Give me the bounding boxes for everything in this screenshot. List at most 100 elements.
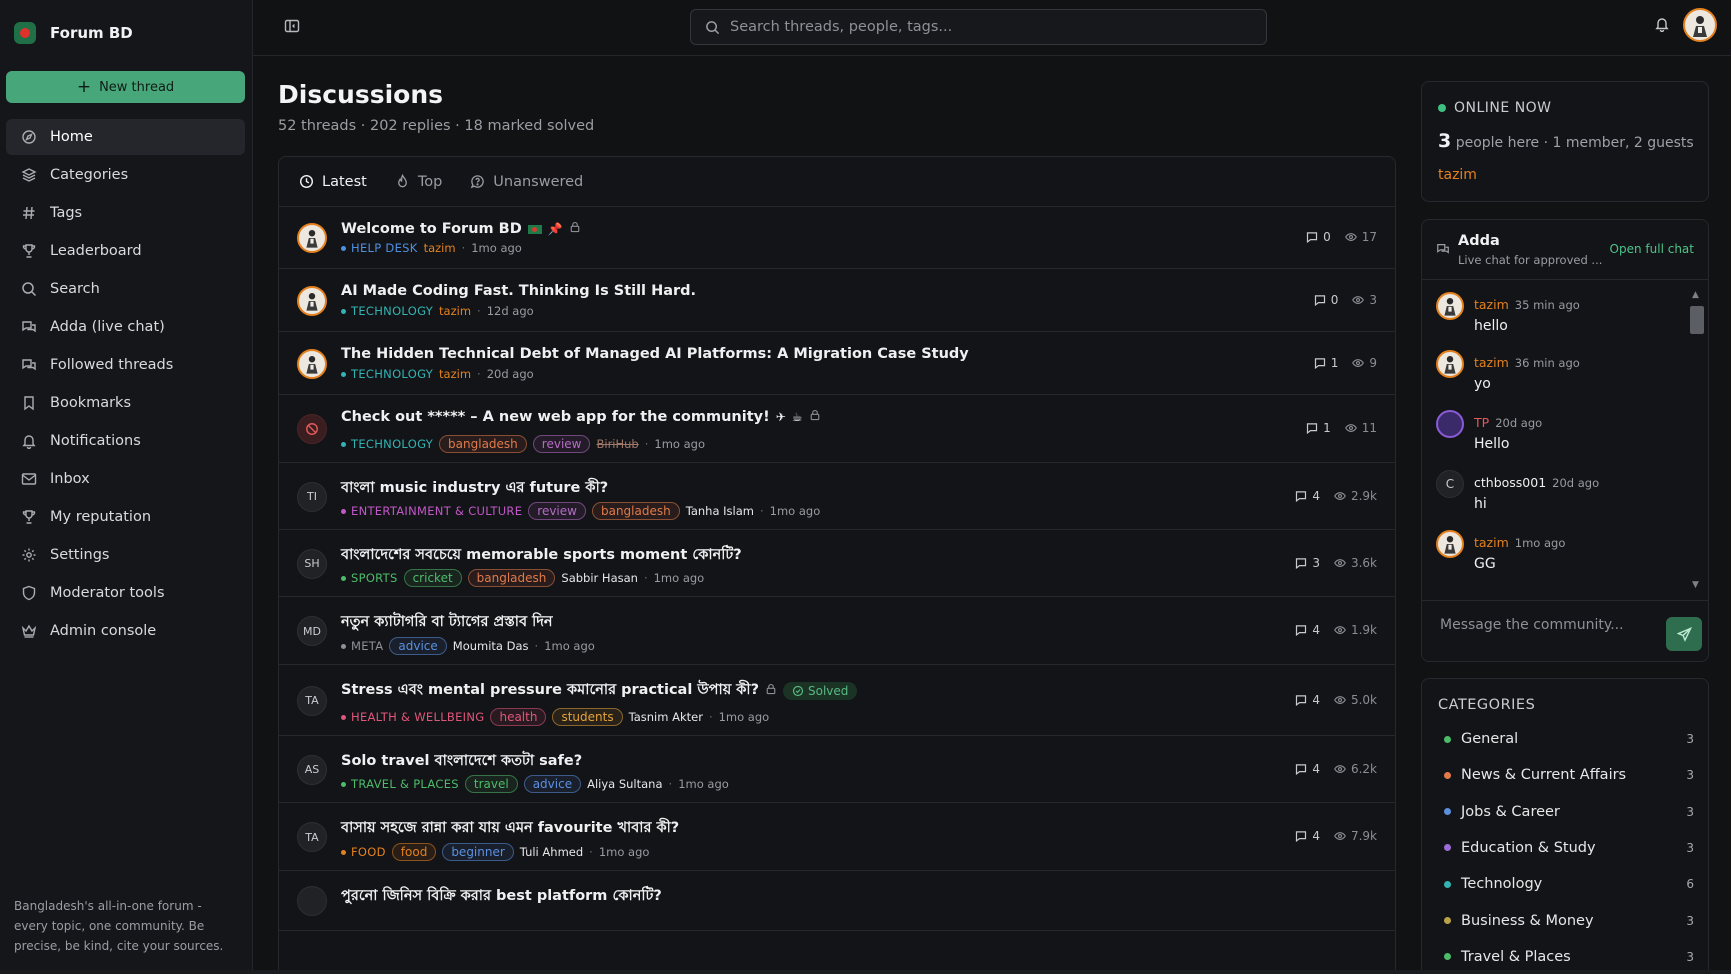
thread-title[interactable]: বাংলা music industry এর future কী? [341,477,608,501]
user-avatar[interactable] [1683,8,1717,42]
category-badge[interactable]: TECHNOLOGY [341,437,433,451]
author-name[interactable]: Tanha Islam [686,504,754,518]
chat-author[interactable]: tazim [1474,355,1509,370]
sidebar-item-adda-live-chat[interactable]: Adda (live chat) [6,309,245,345]
tag-chip[interactable]: advice [523,775,582,793]
category-badge[interactable]: TECHNOLOGY [341,304,433,318]
category-badge[interactable]: TECHNOLOGY [341,367,433,381]
thread-title[interactable]: Welcome to Forum BD 📌 [341,221,581,237]
sidebar-item-admin-console[interactable]: Admin console [6,613,245,649]
category-badge[interactable]: HEALTH & WELLBEING [341,710,484,724]
chat-scrollbar[interactable]: ▲ ▼ [1690,290,1704,590]
category-row[interactable]: News & Current Affairs 3 [1444,767,1694,783]
send-button[interactable] [1666,617,1702,651]
author-name[interactable]: tazim [439,304,471,318]
author-name[interactable]: Sabbir Hasan [561,571,638,585]
sidebar-item-bookmarks[interactable]: Bookmarks [6,385,245,421]
thread-row[interactable]: Welcome to Forum BD 📌 HELP DESK tazim · 1mo a… [279,207,1395,269]
sidebar-item-home[interactable]: Home [6,119,245,155]
thread-row[interactable]: পুরনো জিনিস বিক্রি করার best platform কো… [279,871,1395,931]
category-row[interactable]: Travel & Places 3 [1444,949,1694,965]
category-badge[interactable]: TRAVEL & PLACES [341,777,459,791]
online-user-link[interactable]: tazim [1438,167,1477,183]
chat-author[interactable]: tazim [1474,297,1509,312]
category-row[interactable]: General 3 [1444,731,1694,747]
author-avatar[interactable]: AS [297,754,327,785]
tab-unanswered[interactable]: Unanswered [470,174,583,190]
chat-avatar[interactable]: C [1436,470,1464,498]
category-row[interactable]: Jobs & Career 3 [1444,804,1694,820]
author-avatar[interactable] [297,886,327,916]
chat-author[interactable]: tazim [1474,535,1509,550]
category-badge[interactable]: FOOD [341,845,386,859]
thread-row[interactable]: SH বাংলাদেশের সবচেয়ে memorable sports mo… [279,530,1395,597]
tag-chip[interactable]: advice [389,637,447,655]
thread-title[interactable]: পুরনো জিনিস বিক্রি করার best platform কো… [341,885,662,909]
tag-chip[interactable]: beginner [442,843,514,861]
open-full-chat-link[interactable]: Open full chat [1610,242,1694,256]
author-avatar[interactable]: TA [297,685,327,716]
tab-latest[interactable]: Latest [299,174,367,190]
chat-avatar[interactable] [1436,350,1464,378]
tab-top[interactable]: Top [395,174,442,190]
tag-chip[interactable]: bangladesh [439,435,527,453]
chat-author[interactable]: cthboss001 [1474,475,1546,490]
thread-row[interactable]: TA বাসায় সহজে রান্না করা যায় এমন favour… [279,803,1395,871]
author-avatar[interactable]: SH [297,548,327,579]
category-badge[interactable]: SPORTS [341,571,398,585]
author-avatar[interactable]: MD [297,616,327,646]
author-avatar[interactable] [297,348,327,379]
chat-messages[interactable]: tazim 35 min ago hello tazim 36 min ago yo TP 2… [1422,280,1708,600]
sidebar-item-leaderboard[interactable]: Leaderboard [6,233,245,269]
author-name[interactable]: tazim [424,241,456,255]
thread-row[interactable]: AI Made Coding Fast. Thinking Is Still H… [279,269,1395,332]
bell-icon[interactable] [1654,16,1670,36]
sidebar-item-my-reputation[interactable]: My reputation [6,499,245,535]
new-thread-button[interactable]: + New thread [6,71,245,103]
author-name[interactable]: Moumita Das [453,639,529,653]
author-avatar[interactable] [297,285,327,316]
tag-chip[interactable]: bangladesh [467,569,556,587]
chat-author[interactable]: TP [1474,415,1489,430]
scroll-up-icon[interactable]: ▲ [1692,290,1699,300]
search-bar[interactable] [690,9,1267,45]
thread-row[interactable]: TA Stress এবং mental pressure কমানোর prac… [279,665,1395,736]
thread-title[interactable]: Check out ***** – A new web app for the … [341,409,821,425]
chat-avatar[interactable] [1436,292,1464,320]
sidebar-item-settings[interactable]: Settings [6,537,245,573]
sidebar-item-categories[interactable]: Categories [6,157,245,193]
scroll-thumb[interactable] [1690,306,1704,334]
sidebar-item-moderator-tools[interactable]: Moderator tools [6,575,245,611]
sidebar-item-followed-threads[interactable]: Followed threads [6,347,245,383]
scroll-down-icon[interactable]: ▼ [1692,580,1699,590]
sidebar-item-inbox[interactable]: Inbox [6,461,245,497]
author-name[interactable]: Aliya Sultana [587,777,662,791]
search-input[interactable] [730,19,1230,35]
thread-title[interactable]: বাসায় সহজে রান্না করা যায় এমন favourit… [341,817,679,841]
sidebar-item-search[interactable]: Search [6,271,245,307]
category-badge[interactable]: HELP DESK [341,241,418,255]
thread-title[interactable]: The Hidden Technical Debt of Managed AI … [341,346,969,362]
category-badge[interactable]: META [341,639,383,653]
thread-row[interactable]: The Hidden Technical Debt of Managed AI … [279,332,1395,395]
author-name[interactable]: Tuli Ahmed [520,845,583,859]
category-row[interactable]: Education & Study 3 [1444,840,1694,856]
tag-chip[interactable]: bangladesh [591,502,680,520]
chat-avatar[interactable] [1436,530,1464,558]
author-name[interactable]: BiriHub [596,437,638,451]
category-badge[interactable]: ENTERTAINMENT & CULTURE [341,504,522,518]
thread-row[interactable]: TI বাংলা music industry এর future কী? ENTE… [279,463,1395,530]
chat-avatar[interactable] [1436,410,1464,438]
sidebar-toggle-icon[interactable] [284,18,300,38]
banned-user-icon[interactable] [297,414,327,444]
thread-row[interactable]: Check out ***** – A new web app for the … [279,395,1395,463]
sidebar-item-tags[interactable]: Tags [6,195,245,231]
author-avatar[interactable]: TA [297,822,327,852]
thread-title[interactable]: Solo travel বাংলাদেশে কতটা safe? [341,750,582,774]
author-avatar[interactable]: TI [297,481,327,512]
author-avatar[interactable] [297,223,327,253]
chat-message-input[interactable] [1440,617,1650,633]
tag-chip[interactable]: health [490,708,547,726]
author-name[interactable]: Tasnim Akter [629,710,703,724]
author-name[interactable]: tazim [439,367,471,381]
